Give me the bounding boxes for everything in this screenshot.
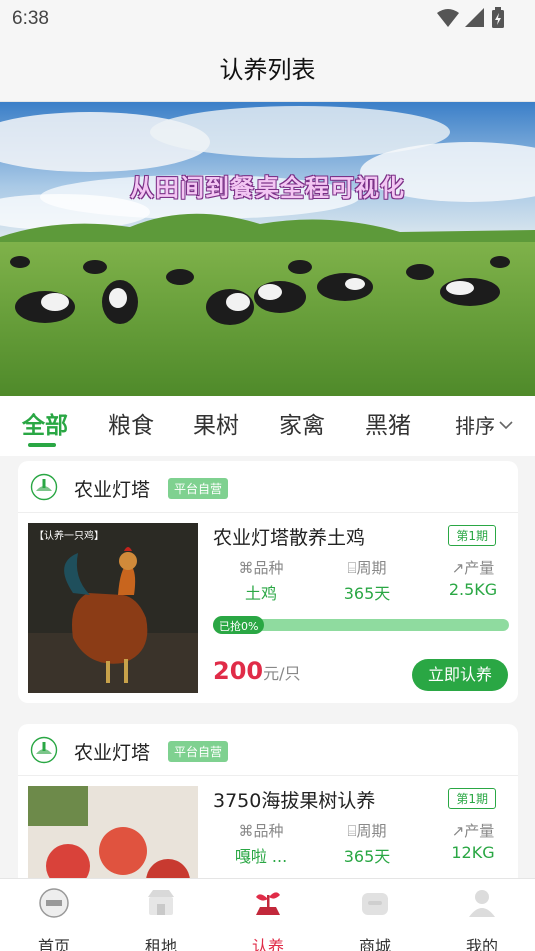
pasture-cows-image <box>0 102 535 396</box>
price: 200元/只 <box>213 657 301 685</box>
nav-adopt[interactable]: 认养 <box>228 887 308 951</box>
product-name: 农业灯塔散养土鸡 <box>213 527 366 549</box>
product-name: 3750海拔果树认养 <box>213 790 376 812</box>
spec-period: ⌸周期 365天 <box>312 820 422 867</box>
spec-yield: ↗产量 12KG <box>418 820 518 862</box>
spec-breed: ⌘品种 嘎啦 ... <box>206 820 316 867</box>
spec-label: 品种 <box>253 559 284 577</box>
banner-slogan: 从田间到餐桌全程可视化 <box>130 174 405 202</box>
period-badge: 第1期 <box>448 525 496 546</box>
bottom-nav: 首页 租地 认养 商城 我的 <box>0 878 535 951</box>
platform-badge: 平台自营 <box>168 741 229 762</box>
adopt-now-button[interactable]: 立即认养 <box>412 659 508 691</box>
spec-label: 品种 <box>253 822 284 840</box>
calendar-icon: ⌸ <box>347 822 357 840</box>
adoption-card[interactable]: 农业灯塔 平台自营 3750海拔果树认养 第1期 ⌘品种 嘎啦 ... ⌸周期 … <box>18 724 518 894</box>
tab-fruit-tree[interactable]: 果树 <box>193 406 239 440</box>
home-logo-icon <box>39 888 69 918</box>
spec-value: 2.5KG <box>448 580 498 599</box>
store-icon <box>362 893 388 915</box>
spec-value: 365天 <box>343 847 391 866</box>
nav-label: 租地 <box>144 937 177 951</box>
nav-label: 我的 <box>465 937 498 951</box>
shop-icon <box>148 890 174 915</box>
banner[interactable]: 从田间到餐桌全程可视化 <box>0 102 535 396</box>
status-time: 6:38 <box>12 8 49 29</box>
calendar-icon: ⌸ <box>347 559 357 577</box>
nav-profile[interactable]: 我的 <box>442 887 522 951</box>
rooster-image <box>28 523 198 693</box>
tab-all[interactable]: 全部 <box>22 406 68 440</box>
nav-rent-land[interactable]: 租地 <box>121 887 201 951</box>
nav-label: 首页 <box>37 937 70 951</box>
shop-name: 农业灯塔 <box>74 742 151 764</box>
active-tab-indicator <box>28 443 56 447</box>
nav-label: 商城 <box>358 937 391 951</box>
chevron-down-icon <box>499 420 513 429</box>
price-value: 200 <box>213 657 264 685</box>
sort-label: 排序 <box>455 414 495 438</box>
signal-icon <box>465 8 484 27</box>
spec-value: 365天 <box>343 584 391 603</box>
spec-label: 产量 <box>464 822 495 840</box>
category-tabs: 全部 粮食 果树 家禽 黑猪 排序 <box>0 396 535 456</box>
image-tag: 【认养一只鸡】 <box>34 531 104 542</box>
sort-dropdown[interactable]: 排序 <box>455 410 513 439</box>
status-icons <box>437 7 505 29</box>
shop-name: 农业灯塔 <box>74 479 151 501</box>
nav-home[interactable]: 首页 <box>14 887 94 951</box>
spec-breed: ⌘品种 土鸡 <box>206 557 316 604</box>
wifi-icon <box>437 9 459 27</box>
chart-icon: ↗ <box>451 559 465 577</box>
plant-icon <box>256 892 280 915</box>
chart-icon: ↗ <box>451 822 465 840</box>
nav-mall[interactable]: 商城 <box>335 887 415 951</box>
card-header: 农业灯塔 平台自营 <box>18 724 518 776</box>
user-icon <box>469 890 495 917</box>
card-header: 农业灯塔 平台自营 <box>18 461 518 513</box>
spec-value: 12KG <box>451 843 495 862</box>
progress-label: 已抢0% <box>213 616 265 634</box>
spec-value: 土鸡 <box>244 584 277 603</box>
nav-label: 认养 <box>251 937 284 951</box>
spec-label: 周期 <box>356 822 387 840</box>
tab-grain[interactable]: 粮食 <box>108 406 154 440</box>
status-bar: 6:38 <box>0 0 535 36</box>
adoption-card[interactable]: 农业灯塔 平台自营 【认养一只鸡】 农业灯塔散养土鸡 第1期 ⌘品种 土鸡 ⌸周… <box>18 461 518 703</box>
breed-icon: ⌘ <box>238 559 254 577</box>
breed-icon: ⌘ <box>238 822 254 840</box>
platform-badge: 平台自营 <box>168 478 229 499</box>
product-image: 【认养一只鸡】 <box>28 523 198 693</box>
title-bar: 认养列表 <box>0 36 535 102</box>
spec-label: 周期 <box>356 559 387 577</box>
spec-period: ⌸周期 365天 <box>312 557 422 604</box>
spec-yield: ↗产量 2.5KG <box>418 557 528 599</box>
tab-black-pig[interactable]: 黑猪 <box>365 406 411 440</box>
tab-poultry[interactable]: 家禽 <box>279 406 325 440</box>
spec-label: 产量 <box>464 559 495 577</box>
shop-logo-icon <box>30 736 58 764</box>
period-badge: 第1期 <box>448 788 496 809</box>
battery-icon <box>492 7 504 28</box>
page-title: 认养列表 <box>219 56 316 84</box>
spec-value: 嘎啦 ... <box>234 847 288 866</box>
shop-logo-icon <box>30 473 58 501</box>
price-unit: 元/只 <box>263 664 301 683</box>
